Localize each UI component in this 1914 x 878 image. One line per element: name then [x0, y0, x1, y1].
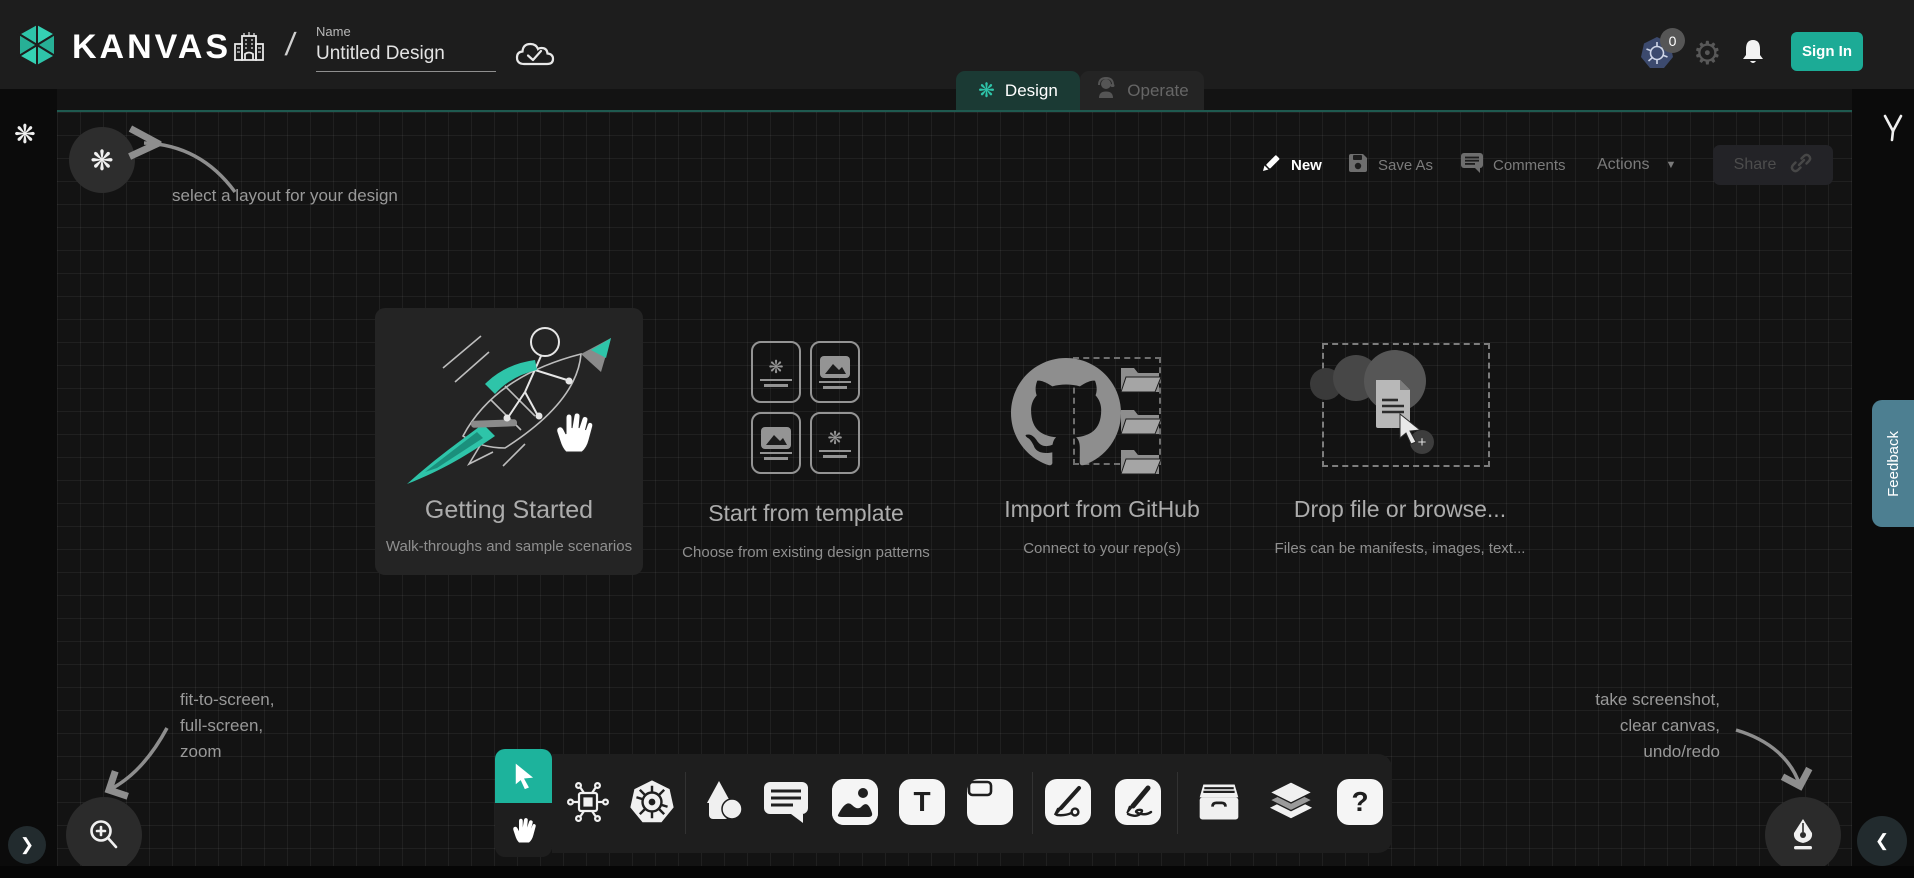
github-icon[interactable]	[1011, 358, 1121, 468]
collapse-right-panel-button[interactable]: ❮	[1857, 816, 1907, 866]
hint-arrow-pen	[1730, 722, 1820, 802]
card-title: Getting Started	[375, 496, 643, 525]
spiral-icon: ❋	[978, 78, 995, 103]
hexagon-logo-icon	[14, 22, 60, 73]
notification-count-badge: 0	[1660, 28, 1685, 53]
feedback-label: Feedback	[1885, 431, 1902, 497]
headset-icon	[1095, 76, 1117, 105]
design-name-input[interactable]	[316, 43, 496, 72]
tab-design-label: Design	[1005, 81, 1058, 101]
card-subtitle: Connect to your repo(s)	[978, 540, 1226, 557]
actions-label: Actions	[1597, 156, 1649, 174]
template-tile: ❋	[751, 341, 801, 403]
card-subtitle: Walk-throughs and sample scenarios	[363, 538, 655, 555]
spiral-icon: ❋	[768, 358, 783, 376]
hint-line: full-screen,	[180, 716, 263, 736]
actions-dropdown[interactable]: Actions ▼	[1597, 148, 1676, 182]
breadcrumb-separator: /	[283, 26, 297, 63]
components-drawer-tool[interactable]	[1196, 779, 1242, 825]
hint-line: take screenshot,	[1520, 690, 1720, 710]
card-title[interactable]: Drop file or browse...	[1266, 496, 1534, 523]
hint-line: undo/redo	[1520, 742, 1720, 762]
name-field-label: Name	[316, 24, 496, 39]
hint-line: clear canvas,	[1520, 716, 1720, 736]
pen-nib-icon	[1786, 817, 1820, 853]
template-tile	[751, 412, 801, 474]
cloud-check-icon	[514, 38, 556, 75]
rocket-illustration	[385, 316, 635, 496]
link-icon	[1790, 152, 1812, 179]
layout-hint-text: select a layout for your design	[172, 186, 398, 206]
note-tool[interactable]	[967, 779, 1013, 825]
floppy-icon	[1347, 152, 1369, 178]
spiral-icon[interactable]: ❋	[14, 119, 36, 150]
layout-picker-button[interactable]: ❋	[69, 127, 135, 193]
logo-wordmark: KANVAS	[72, 28, 231, 67]
shapes-tool[interactable]	[699, 779, 745, 825]
hint-arrow-zoom	[95, 722, 185, 802]
folder-icon	[1119, 446, 1161, 478]
card-title[interactable]: Import from GitHub	[968, 496, 1236, 523]
hint-line: fit-to-screen,	[180, 690, 274, 710]
card-getting-started[interactable]	[375, 308, 643, 575]
card-start-from-template[interactable]: ❋ ❋	[751, 341, 860, 474]
text-tool[interactable]: T	[899, 779, 945, 825]
tab-design[interactable]: ❋ Design	[956, 71, 1080, 110]
new-button[interactable]: New	[1260, 148, 1322, 182]
card-subtitle: Files can be manifests, images, text...	[1256, 540, 1544, 557]
pen-tool[interactable]	[1045, 779, 1091, 825]
kubernetes-tool[interactable]	[629, 779, 675, 825]
arrow-cursor-icon	[1396, 412, 1426, 446]
feedback-tab[interactable]: Feedback	[1872, 400, 1914, 527]
folder-icon	[1119, 364, 1161, 396]
layers-tool[interactable]	[1268, 779, 1314, 825]
save-as-button[interactable]: Save As	[1347, 148, 1433, 182]
select-tool[interactable]	[495, 749, 552, 803]
gear-icon[interactable]: ⚙	[1693, 34, 1722, 72]
save-as-label: Save As	[1378, 157, 1433, 174]
spiral-icon: ❋	[827, 429, 842, 447]
left-sidebar: ❋ ❯	[0, 89, 57, 878]
folder-icon	[1119, 406, 1161, 438]
bottom-edge	[0, 866, 1914, 878]
caret-down-icon: ▼	[1665, 159, 1676, 171]
asterisk-layout-icon: ❋	[90, 144, 113, 177]
zoom-button[interactable]	[66, 797, 142, 873]
design-name-field: Name	[316, 24, 496, 72]
building-icon[interactable]	[232, 30, 266, 69]
tab-operate[interactable]: Operate	[1080, 71, 1204, 110]
share-label: Share	[1734, 156, 1777, 174]
hand-icon	[510, 815, 538, 845]
comment-icon	[1460, 152, 1484, 178]
hint-line: zoom	[180, 742, 222, 762]
pencil-icon	[1260, 152, 1282, 178]
new-label: New	[1291, 157, 1322, 174]
card-title[interactable]: Start from template	[672, 500, 940, 527]
flowchart-tool[interactable]	[565, 779, 611, 825]
hand-cursor-icon	[552, 408, 596, 456]
pen-nib-button[interactable]	[1765, 797, 1841, 873]
comments-label: Comments	[1493, 157, 1566, 174]
help-tool[interactable]: ?	[1337, 779, 1383, 825]
card-subtitle: Choose from existing design patterns	[664, 544, 948, 561]
select-tool-group	[495, 749, 552, 857]
expand-left-panel-button[interactable]: ❯	[8, 826, 46, 864]
comment-tool[interactable]	[763, 779, 809, 825]
cursor-arrow-icon	[511, 762, 537, 790]
tab-operate-label: Operate	[1127, 81, 1188, 101]
share-button[interactable]: Share	[1713, 145, 1833, 185]
comments-button[interactable]: Comments	[1460, 148, 1566, 182]
image-tool[interactable]	[832, 779, 878, 825]
logo[interactable]: KANVAS	[14, 22, 231, 73]
pencil-tool[interactable]	[1115, 779, 1161, 825]
template-tile	[810, 341, 860, 403]
sign-in-button[interactable]: Sign In	[1791, 32, 1863, 71]
pan-tool[interactable]	[495, 803, 552, 857]
kanvas-app: KANVAS / Name	[0, 0, 1914, 878]
bell-icon[interactable]	[1740, 38, 1766, 71]
relationships-y-icon[interactable]	[1880, 113, 1906, 148]
template-tile: ❋	[810, 412, 860, 474]
